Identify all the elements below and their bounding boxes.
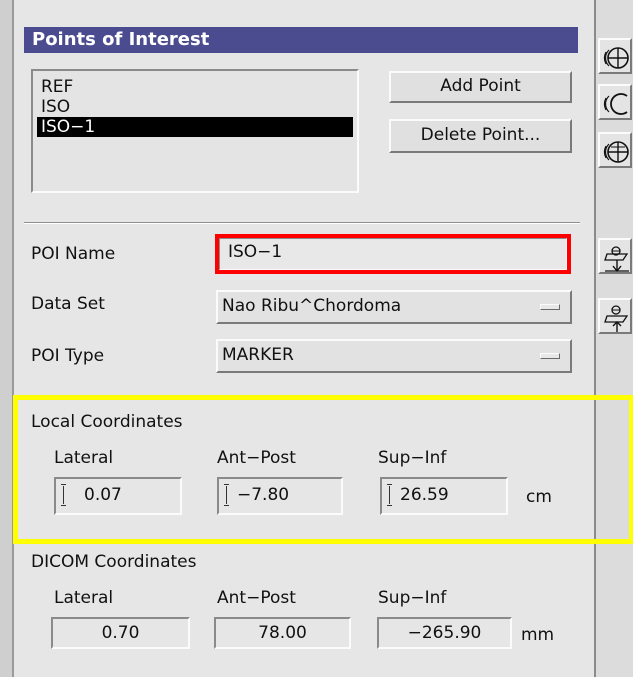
dicom-coordinates-title: DICOM Coordinates (31, 552, 197, 572)
poi-list-item-ref[interactable]: REF (37, 77, 353, 97)
add-point-button[interactable]: Add Point (389, 71, 572, 103)
dicom-antpost-label: Ant−Post (217, 588, 296, 608)
plane-down-icon (604, 246, 629, 273)
data-set-label: Data Set (31, 294, 105, 314)
plane-up-button[interactable] (598, 298, 632, 334)
poi-list-item-iso[interactable]: ISO (37, 97, 353, 117)
dropdown-indicator-icon (540, 353, 560, 359)
local-supinf-value: 26.59 (400, 485, 449, 505)
text-cursor-icon (387, 484, 393, 506)
crosshair-circle-icon (603, 47, 629, 69)
dicom-supinf-field: −265.90 (377, 617, 512, 649)
poi-list[interactable]: REF ISO ISO−1 (31, 69, 359, 193)
data-set-value: Nao Ribu^Chordoma (222, 296, 402, 316)
half-circle-icon (603, 93, 628, 115)
crosshair-circle-alt-button[interactable] (598, 132, 632, 168)
crosshair-circle-button[interactable] (598, 38, 632, 74)
delete-point-button[interactable]: Delete Point... (389, 119, 572, 153)
local-lateral-value: 0.07 (84, 485, 122, 505)
local-lateral-input[interactable]: 0.07 (54, 477, 182, 515)
dicom-lateral-field: 0.70 (51, 617, 190, 649)
text-cursor-icon (224, 484, 230, 506)
data-set-dropdown[interactable]: Nao Ribu^Chordoma (216, 290, 572, 324)
poi-type-dropdown[interactable]: MARKER (216, 339, 572, 373)
poi-list-item-iso-1[interactable]: ISO−1 (37, 117, 353, 137)
local-coordinates-title: Local Coordinates (31, 412, 183, 432)
local-lateral-label: Lateral (54, 448, 114, 468)
local-antpost-label: Ant−Post (217, 448, 296, 468)
dicom-supinf-label: Sup−Inf (378, 588, 447, 608)
local-antpost-input[interactable]: −7.80 (217, 477, 343, 515)
local-supinf-input[interactable]: 26.59 (380, 477, 508, 515)
local-antpost-value: −7.80 (237, 485, 290, 505)
local-unit-label: cm (526, 487, 552, 507)
poi-name-input[interactable]: ISO−1 (215, 234, 571, 274)
dropdown-indicator-icon (540, 304, 560, 310)
crosshair-circle-alt-icon (603, 141, 629, 163)
local-supinf-label: Sup−Inf (378, 448, 447, 468)
points-of-interest-title: Points of Interest (24, 27, 578, 53)
text-cursor-icon (61, 484, 67, 506)
dicom-unit-label: mm (521, 625, 555, 645)
half-circle-button[interactable] (598, 84, 632, 120)
dicom-lateral-label: Lateral (54, 588, 114, 608)
plane-down-button[interactable] (598, 238, 632, 274)
left-window-edge (0, 0, 12, 677)
dicom-antpost-field: 78.00 (214, 617, 351, 649)
poi-type-value: MARKER (222, 345, 294, 365)
poi-name-label: POI Name (31, 244, 116, 264)
poi-type-label: POI Type (31, 346, 105, 366)
section-divider (24, 222, 580, 224)
plane-up-icon (604, 305, 629, 332)
